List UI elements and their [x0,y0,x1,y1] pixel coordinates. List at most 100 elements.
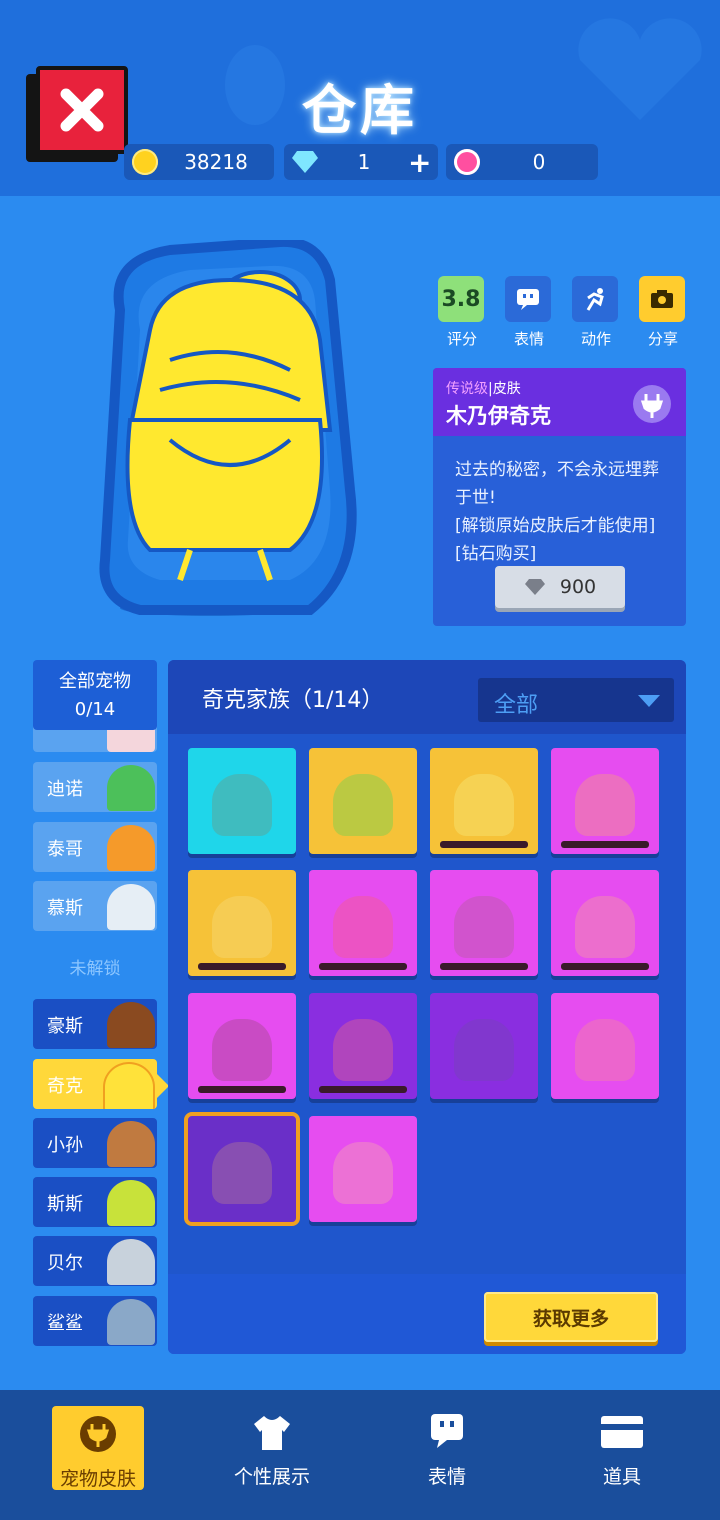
skin-tile[interactable] [551,993,659,1099]
bear-avatar [107,1239,155,1285]
gold-coin-icon [132,149,158,175]
chick-avatar [103,1062,155,1109]
skin-preview [454,774,514,836]
family-title: 奇克家族（1/14） [202,688,384,713]
pet-item-shark[interactable]: 鲨鲨 [33,1296,157,1346]
nav-profile-display[interactable]: 个性展示 [226,1406,318,1490]
skin-tile[interactable] [184,1112,300,1226]
close-button[interactable] [36,66,128,154]
emote-action[interactable]: 表情 [505,276,553,349]
skin-preview [575,896,635,958]
buy-diamond-button[interactable]: 900 [495,566,625,608]
pet-item-horse[interactable]: 豪斯 [33,999,157,1049]
pet-label: 迪诺 [47,779,83,800]
pet-item-monkey[interactable]: 小孙 [33,1118,157,1168]
skin-preview [212,1019,272,1081]
price-value: 900 [559,576,597,598]
pet-label: 贝尔 [47,1253,83,1274]
locked-bar [319,963,407,970]
emote-icon [431,1414,463,1448]
card-icon [601,1416,643,1448]
skin-tile[interactable] [188,870,296,976]
camera-icon [639,276,685,322]
locked-bar [440,841,528,848]
lotus-icon [454,149,480,175]
skin-name: 木乃伊奇克 [446,404,551,428]
skin-preview [575,1019,635,1081]
gold-value: 38218 [184,150,248,174]
get-more-button[interactable]: 获取更多 [484,1292,658,1342]
nav-items[interactable]: 道具 [576,1406,668,1490]
add-diamond-button[interactable]: + [408,146,438,179]
skin-info-header: 传说级|皮肤 木乃伊奇克 [433,368,686,436]
nav-label: 个性展示 [233,1466,310,1488]
nav-pet-skins[interactable]: 宠物皮肤 [52,1406,144,1490]
dino-avatar [107,765,155,811]
horse-avatar [107,1002,155,1048]
skin-tile[interactable] [309,748,417,854]
skin-tile[interactable] [309,870,417,976]
skin-preview [575,774,635,836]
tiger-avatar [107,825,155,871]
close-icon [60,88,104,132]
skin-tile[interactable] [188,993,296,1099]
pet-label: 豪斯 [47,1016,83,1037]
pet-label: 奇克 [47,1076,83,1097]
skin-tile[interactable] [551,748,659,854]
pet-item-snake[interactable]: 斯斯 [33,1177,157,1227]
all-pets-label: 全部宠物 [59,671,131,692]
shark-avatar [107,1299,155,1345]
skin-preview [454,1019,514,1081]
character-preview [99,240,357,616]
lotus-value: 0 [532,150,546,174]
diamond-balance: 1 + [284,144,438,180]
skin-preview [333,1019,393,1081]
skin-info-card: 传说级|皮肤 木乃伊奇克 过去的秘密，不会永远埋葬于世! [解锁原始皮肤后才能使… [433,368,686,626]
locked-bar [198,1086,286,1093]
filter-dropdown[interactable]: 全部 [478,678,674,722]
skin-tile[interactable] [188,748,296,854]
skin-tile[interactable] [551,870,659,976]
plug-icon [633,385,671,423]
pet-item-tiger[interactable]: 泰哥 [33,822,157,872]
pet-item-chick[interactable]: 奇克 [33,1059,157,1109]
family-header: 奇克家族（1/14） 全部 [168,660,686,734]
skin-tile[interactable] [430,993,538,1099]
skin-preview [454,896,514,958]
skin-tile[interactable] [430,870,538,976]
nav-emotes[interactable]: 表情 [401,1406,493,1490]
mouse-avatar [107,884,155,930]
locked-bar [198,963,286,970]
rarity-label: 传说级 [446,381,488,397]
locked-bar [561,841,649,848]
skin-description: 过去的秘密，不会永远埋葬于世! [解锁原始皮肤后才能使用][钻石购买] [455,460,659,564]
chevron-down-icon [638,695,660,707]
pet-item-mouse[interactable]: 慕斯 [33,881,157,931]
motion-action[interactable]: 动作 [572,276,620,349]
type-label: 皮肤 [492,381,521,397]
heart-decoration-icon [578,18,702,120]
share-label: 分享 [647,330,678,348]
skin-preview [212,896,272,958]
tshirt-icon [254,1416,290,1450]
pet-label: 斯斯 [47,1194,83,1215]
skin-preview [333,1142,393,1204]
motion-label: 动作 [580,330,611,348]
skin-preview [212,774,272,836]
skin-preview [333,896,393,958]
nav-label: 道具 [602,1466,641,1488]
pet-list[interactable]: 迪诺 泰哥 慕斯 未解锁 豪斯 奇克 小孙 斯斯 贝尔 鲨鲨 [33,660,157,1350]
skin-tile[interactable] [430,748,538,854]
all-pets-header[interactable]: 全部宠物 0/14 [33,660,157,730]
nav-label: 表情 [427,1466,466,1488]
skin-preview [212,1142,272,1204]
rating-action[interactable]: 3.8 评分 [438,276,486,349]
skin-tile[interactable] [309,1116,417,1222]
skin-tile[interactable] [309,993,417,1099]
pet-item-dino[interactable]: 迪诺 [33,762,157,812]
pet-item-bear[interactable]: 贝尔 [33,1236,157,1286]
all-pets-count: 0/14 [74,699,116,720]
bottom-nav: 宠物皮肤 个性展示 表情 道具 [0,1390,720,1520]
share-action[interactable]: 分享 [639,276,687,349]
locked-bar [319,1086,407,1093]
